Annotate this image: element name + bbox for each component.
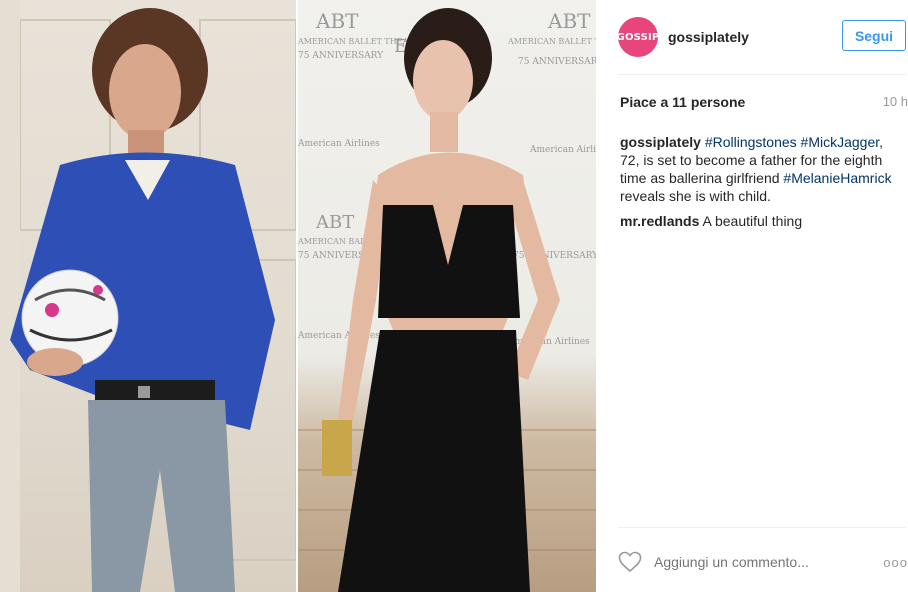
wall-logo-2: ABT: [547, 9, 591, 33]
caption-text-2: reveals she is with child.: [620, 188, 771, 204]
man-figure-illustration: [0, 0, 296, 592]
post-sidebar: GOSSIP gossiplately Segui Piace a 11 per…: [596, 0, 908, 592]
likes-count[interactable]: Piace a 11 persone: [620, 94, 745, 110]
wall-text-4: 75 ANNIVERSARY: [518, 57, 596, 67]
footer-divider: [618, 527, 906, 528]
more-options-icon[interactable]: ooo: [874, 555, 908, 570]
comment-text: A beautiful thing: [702, 213, 803, 229]
woman-figure-illustration: ABT AMERICAN BALLET THEATRE 75 ANNIVERSA…: [298, 8, 596, 592]
follow-button[interactable]: Segui: [842, 20, 906, 51]
post-caption: gossiplately #Rollingstones #MickJagger,…: [620, 133, 904, 205]
header-divider: [618, 74, 906, 75]
post-image-right: ABT AMERICAN BALLET THEATRE 75 ANNIVERSA…: [298, 0, 596, 592]
likes-row: Piace a 11 persone 10 h: [620, 94, 908, 110]
wall-text-2: 75 ANNIVERSARY: [298, 51, 384, 61]
hashtag-melaniehamrick[interactable]: #MelanieHamrick: [783, 170, 891, 186]
wall-text-3: AMERICAN BALLET THEATRE: [507, 37, 596, 46]
hashtag-mickjagger[interactable]: #MickJagger: [801, 134, 880, 150]
comment-bar: ooo: [618, 540, 908, 584]
caption-username[interactable]: gossiplately: [620, 134, 701, 150]
post-image[interactable]: ABT AMERICAN BALLET THEATRE 75 ANNIVERSA…: [0, 0, 596, 592]
comment-username[interactable]: mr.redlands: [620, 213, 699, 229]
wall-logo-1: ABT: [315, 9, 359, 33]
post-image-left: [0, 0, 296, 592]
comment-item: mr.redlands A beautiful thing: [620, 212, 904, 230]
comment-input[interactable]: [654, 554, 874, 570]
heart-icon[interactable]: [618, 550, 644, 574]
avatar-text: GOSSIP: [616, 31, 660, 43]
hashtag-rollingstones[interactable]: #Rollingstones: [705, 134, 797, 150]
username-link[interactable]: gossiplately: [668, 29, 749, 45]
wall-text-6: American Airlines: [529, 145, 596, 155]
wall-text-5: American Airlines: [298, 139, 380, 149]
post-header: GOSSIP gossiplately Segui: [596, 0, 908, 74]
avatar[interactable]: GOSSIP: [616, 17, 660, 57]
wall-logo-3: ABT: [315, 212, 354, 233]
post-time[interactable]: 10 h: [883, 94, 908, 110]
